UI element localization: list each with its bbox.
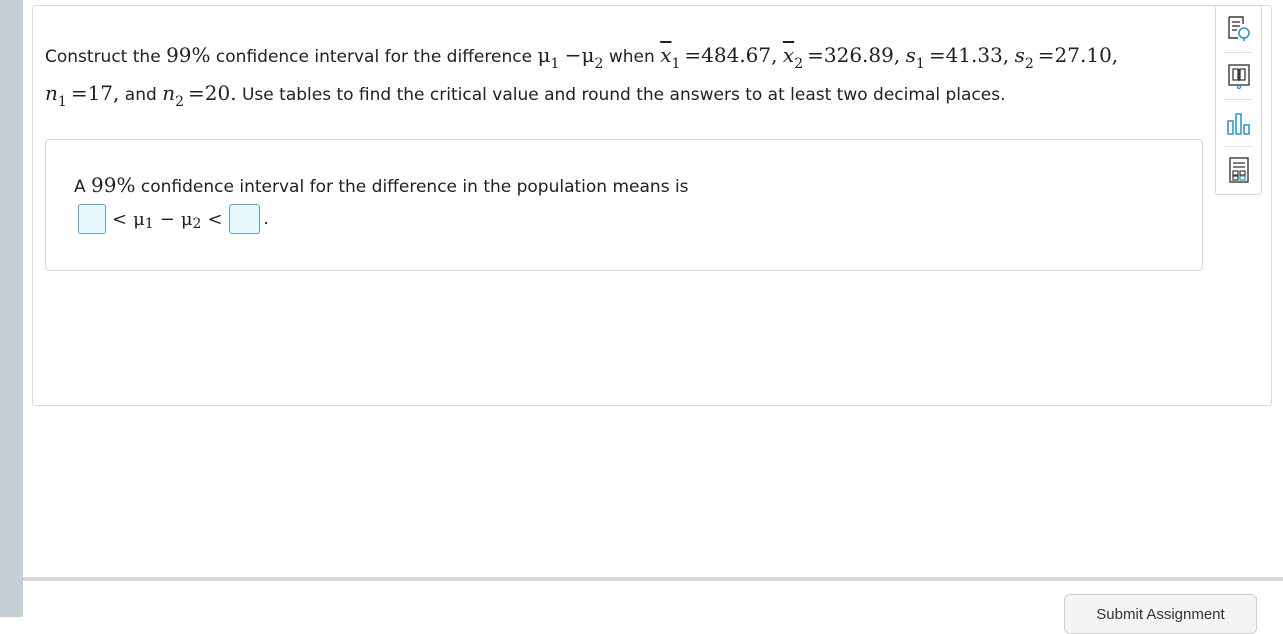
answer-confidence-level: 99% (91, 173, 136, 197)
s2-value: =27.10, (1037, 43, 1119, 67)
textbook-icon (1227, 64, 1250, 89)
n2-value: =20. (188, 81, 237, 105)
s-symbol: s (1014, 43, 1025, 67)
question-text: Construct the (45, 47, 161, 67)
lower-bound-input[interactable] (78, 204, 106, 234)
period: . (263, 209, 269, 229)
less-than-sign: < (112, 208, 128, 230)
question-text: when (608, 47, 655, 67)
subscript: 2 (192, 216, 202, 232)
answer-prompt: A 99% confidence interval for the differ… (74, 174, 689, 198)
question-text: confidence interval for the difference (215, 47, 533, 67)
upper-bound-input[interactable] (228, 204, 260, 234)
question-instructions: Use tables to find the critical value an… (241, 85, 1006, 105)
subscript: 2 (794, 56, 804, 72)
answer-inequality: < μ1 − μ2 < . (78, 202, 269, 236)
calculator-button[interactable] (1216, 148, 1261, 192)
subscript: 2 (594, 56, 604, 72)
subscript: 1 (671, 56, 681, 72)
statdata-button[interactable] (1216, 102, 1261, 146)
s-symbol: s (905, 43, 916, 67)
subscript: 2 (1024, 56, 1034, 72)
mu-symbol: μ (581, 43, 595, 67)
n-symbol: n (45, 81, 58, 105)
mu-symbol: μ (133, 208, 145, 230)
less-than-sign: < (207, 208, 223, 230)
n-symbol: n (162, 81, 176, 105)
minus-sign: − (564, 43, 582, 67)
mu-symbol: μ (537, 43, 551, 67)
calculator-icon (1228, 157, 1249, 183)
x-bar-symbol: x (782, 43, 795, 67)
s1-value: =41.33, (928, 43, 1010, 67)
n1-value: =17, (70, 81, 120, 105)
x-bar-symbol: x (660, 43, 672, 67)
confidence-level: 99% (166, 43, 211, 67)
answer-text: confidence interval for the difference i… (140, 177, 689, 197)
answer-text: A (74, 177, 86, 197)
mu-symbol: μ (180, 208, 193, 230)
question-help-icon (1227, 16, 1250, 41)
footer-divider (23, 577, 1283, 581)
statdata-icon (1226, 113, 1250, 135)
subscript: 2 (175, 94, 184, 110)
tools-toolbar (1215, 5, 1262, 195)
left-sidebar-strip (0, 0, 23, 617)
minus-sign: − (159, 208, 175, 230)
question-text: and (124, 85, 157, 105)
subscript: 1 (144, 216, 154, 232)
x2-bar-value: =326.89, (807, 43, 901, 67)
subscript: 1 (550, 56, 560, 72)
textbook-button[interactable] (1216, 54, 1261, 98)
question-line-2: n1 =17, and n2 =20. Use tables to find the… (45, 81, 1006, 110)
subscript: 1 (915, 56, 925, 72)
question-help-button[interactable] (1216, 6, 1261, 50)
submit-assignment-button[interactable]: Submit Assignment (1064, 594, 1257, 634)
question-line-1: Construct the 99% confidence interval fo… (45, 43, 1119, 72)
subscript: 1 (57, 94, 67, 110)
x1-bar-value: =484.67, (684, 43, 778, 67)
